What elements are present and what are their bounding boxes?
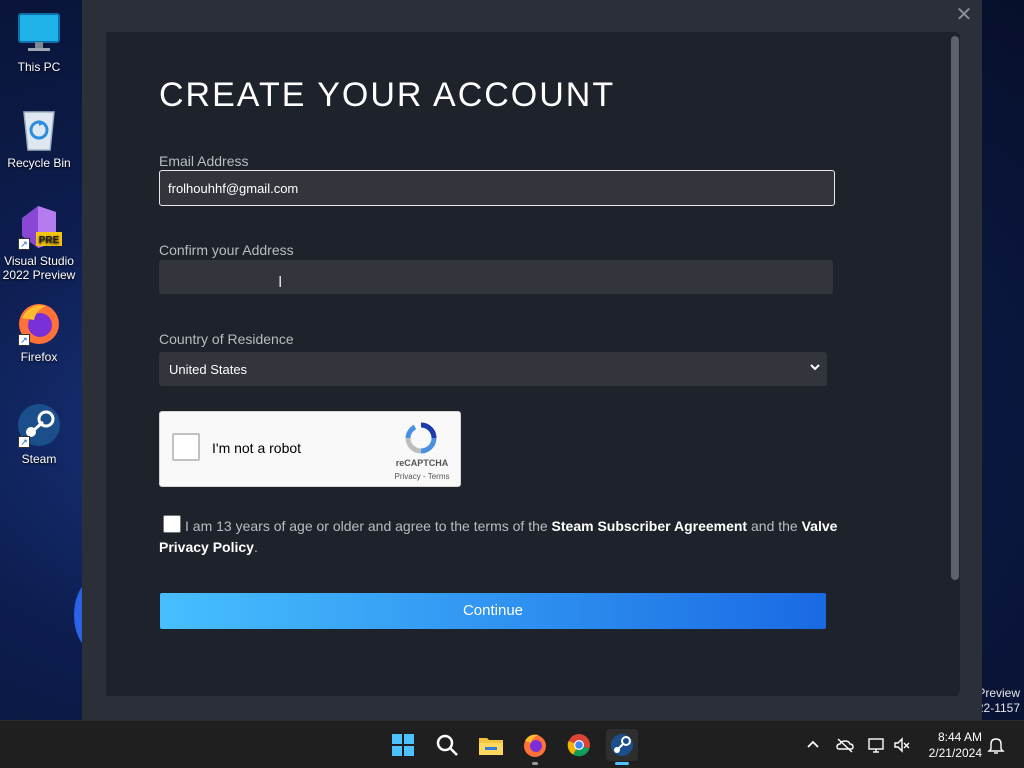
desktop-icon-visual-studio[interactable]: PRE ↗ Visual Studio 2022 Preview [0,204,78,282]
desktop-icon-label: This PC [17,60,61,74]
agreement-suffix: . [253,539,258,555]
confirm-email-input[interactable] [159,260,833,294]
agreement-prefix: I am 13 years of age or older and agree … [185,518,552,534]
recaptcha-checkbox[interactable] [172,433,200,461]
file-explorer-icon[interactable] [475,729,507,761]
notification-bell-icon[interactable] [986,735,1006,755]
onedrive-offline-icon[interactable] [835,735,855,755]
desktop-icon-label: Steam [21,452,57,466]
age-agreement-text: I am 13 years of age or older and agree … [159,516,839,558]
country-select[interactable]: United States [159,352,827,386]
recaptcha-brand: reCAPTCHA [395,458,449,468]
recycle-bin-icon [16,106,62,152]
desktop-icon-label: Recycle Bin [7,156,71,170]
clock-time: 8:44 AM [937,730,982,744]
country-label: Country of Residence [159,331,294,347]
agreement-middle: and the [747,518,802,534]
monitor-icon [16,10,62,56]
visual-studio-icon: PRE ↗ [16,204,62,250]
firefox-icon: ↗ [16,300,62,346]
network-icon[interactable] [866,735,886,755]
confirm-email-label: Confirm your Address [159,242,294,258]
recaptcha-logo-icon [404,422,438,454]
email-label: Email Address [159,153,249,169]
steam-create-account-window: ✕ CREATE YOUR ACCOUNT Email Address Conf… [82,0,982,720]
page-title: CREATE YOUR ACCOUNT [159,76,616,114]
chrome-icon[interactable] [563,729,595,761]
steam-icon[interactable] [606,729,638,765]
email-input[interactable] [159,170,835,206]
recaptcha-links[interactable]: Privacy - Terms [386,472,458,481]
close-button[interactable]: ✕ [954,5,974,26]
desktop-icon-firefox[interactable]: ↗ Firefox [0,300,78,364]
chevron-down-icon [809,360,821,377]
desktop-icon-steam[interactable]: ↗ Steam [0,402,78,466]
clock-date: 2/21/2024 [928,746,982,760]
steam-icon: ↗ [16,402,62,448]
continue-button[interactable]: Continue [160,593,826,629]
desktop-icon-this-pc[interactable]: This PC [0,10,78,74]
desktop-icon-label: Visual Studio 2022 Preview [2,254,76,282]
taskbar: 8:44 AM 2/21/2024 [0,720,1024,768]
text-cursor-icon: I [278,274,283,291]
scrollbar[interactable] [950,34,960,692]
shortcut-arrow-icon: ↗ [18,334,30,346]
desktop-icon-label: Firefox [20,350,58,364]
firefox-icon[interactable] [519,729,551,765]
search-icon[interactable] [431,729,463,761]
subscriber-agreement-link[interactable]: Steam Subscriber Agreement [552,518,748,534]
pre-badge: PRE [39,235,60,246]
system-clock[interactable]: 8:44 AM 2/21/2024 [902,729,982,761]
recaptcha-widget: I'm not a robot reCAPTCHA Privacy - Term… [159,411,461,487]
shortcut-arrow-icon: ↗ [18,436,30,448]
chevron-up-icon[interactable] [803,735,823,755]
active-indicator [615,762,629,765]
shortcut-arrow-icon: ↗ [18,238,30,250]
country-selected-value: United States [169,362,248,377]
recaptcha-label: I'm not a robot [212,440,302,456]
start-icon[interactable] [387,729,419,761]
scrollbar-thumb[interactable] [951,36,959,580]
running-indicator [532,762,538,765]
desktop-icon-recycle-bin[interactable]: Recycle Bin [0,106,78,170]
